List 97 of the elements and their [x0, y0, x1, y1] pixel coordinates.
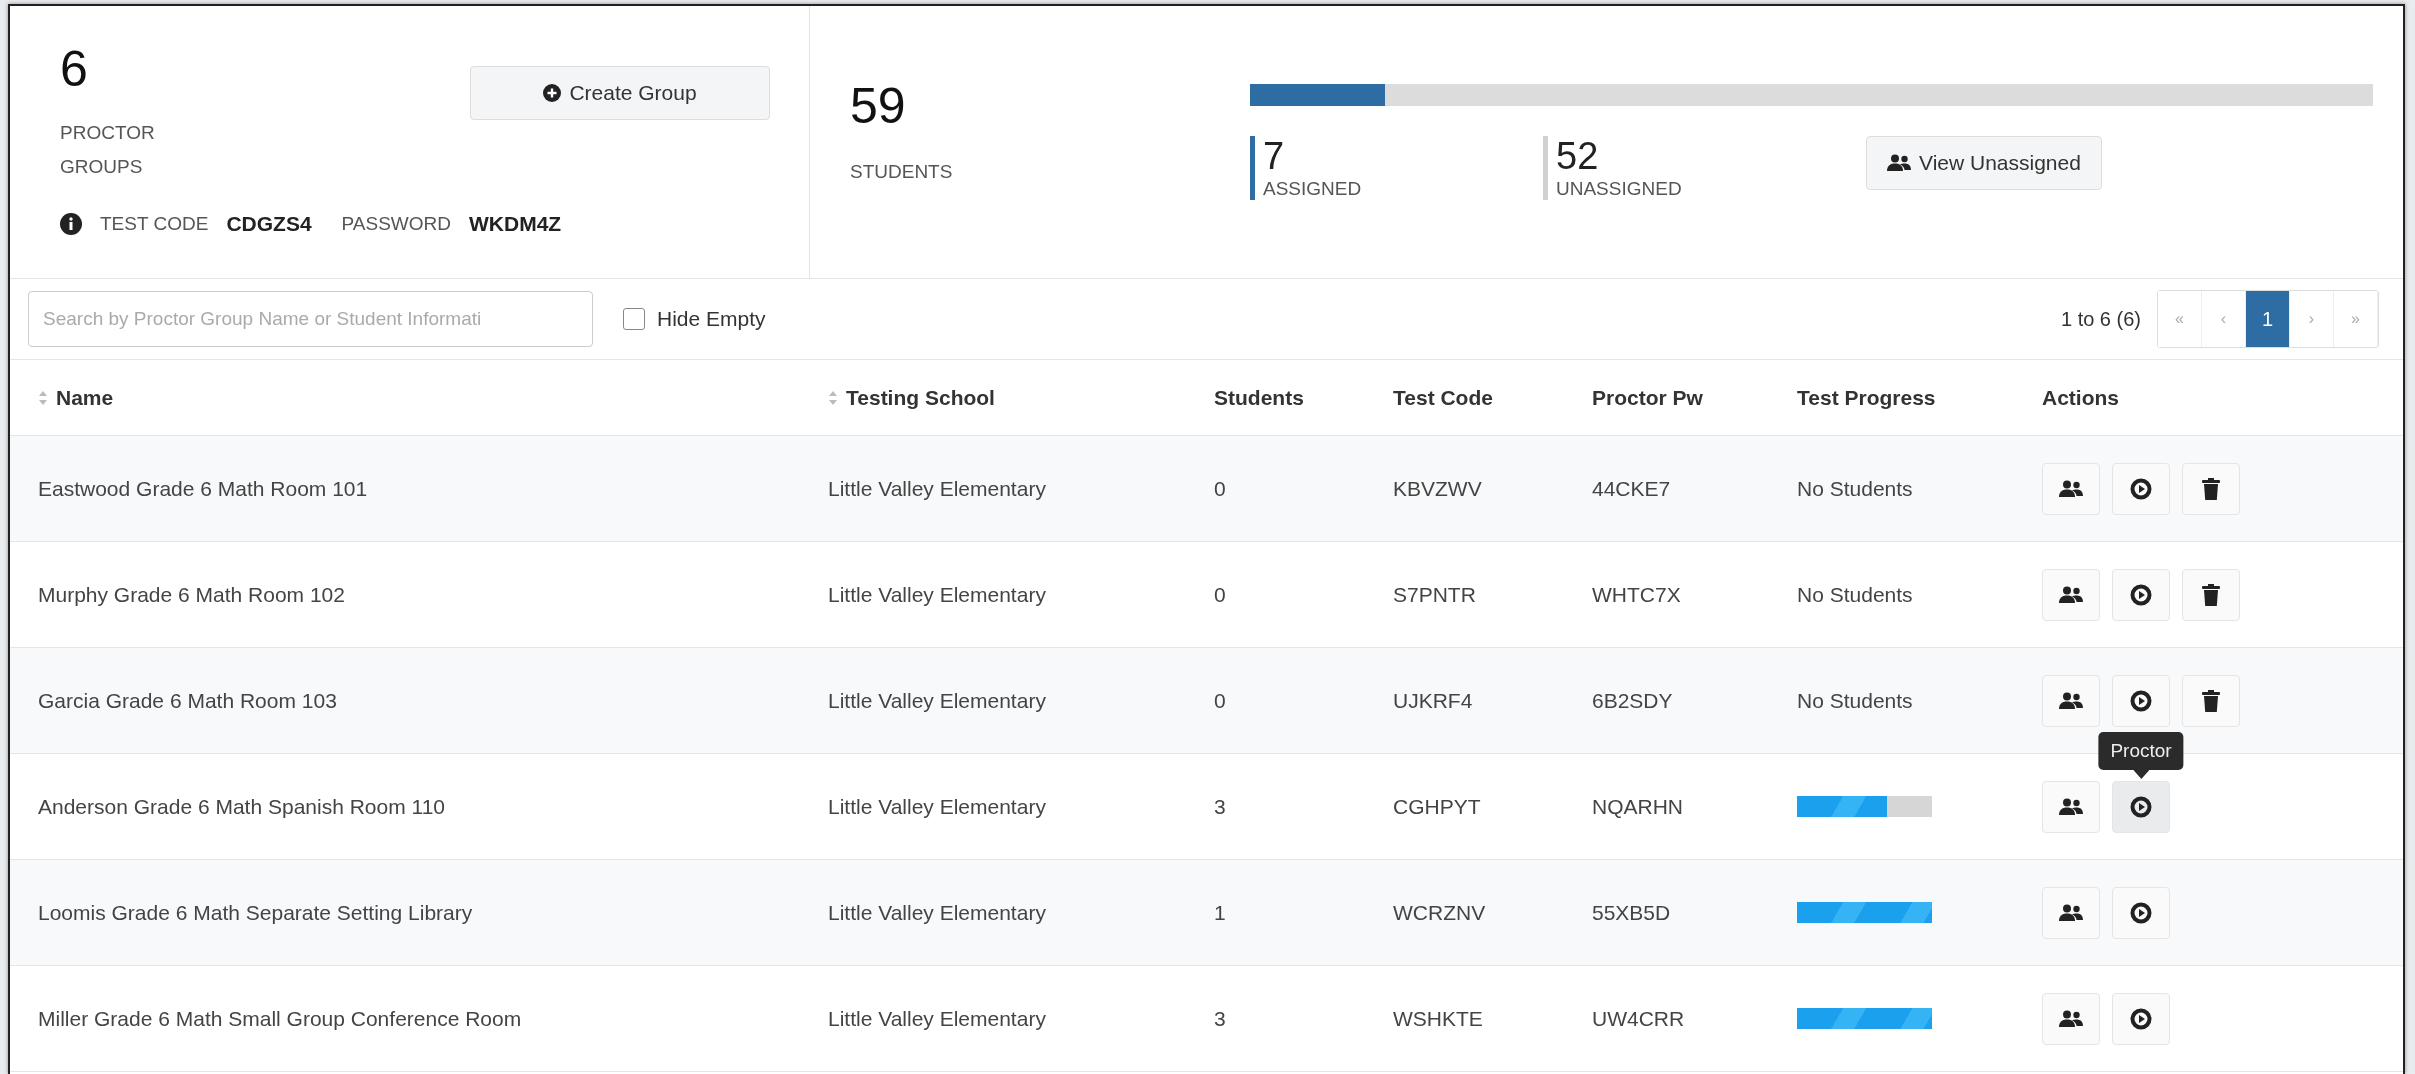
proctor-button[interactable]	[2112, 780, 2170, 833]
proctor-password-cell-text: NQARHN	[1592, 794, 1684, 819]
student-count-cell-text: 3	[1214, 1006, 1227, 1031]
assigned-count: 7	[1263, 136, 1286, 178]
plus-circle-icon	[543, 84, 562, 102]
progress-text: No Students	[1797, 476, 1913, 500]
group-name: Anderson Grade 6 Math Spanish Room 110	[38, 794, 447, 819]
progress-text: No Students	[1797, 582, 1913, 606]
students-button[interactable]	[2042, 992, 2100, 1045]
students-button[interactable]	[2042, 674, 2100, 727]
test-code-cell-text: KBVZWV	[1393, 476, 1483, 501]
tooltip-pointer-icon	[2133, 769, 2149, 779]
hide-empty-checkbox[interactable]	[623, 308, 645, 330]
students-button[interactable]	[2042, 886, 2100, 939]
proctor-password-cell-text: WHTC7X	[1592, 582, 1682, 607]
student-count-cell-text: 3	[1214, 794, 1227, 819]
proctor-button[interactable]	[2112, 462, 2170, 515]
test-code-cell-text: WSHKTE	[1393, 1006, 1484, 1031]
students-label: STUDENTS	[850, 161, 954, 183]
page-button[interactable]: «	[2158, 291, 2202, 347]
delete-button[interactable]	[2182, 462, 2240, 515]
password-label: PASSWORD	[341, 213, 451, 235]
password: WKDM4Z	[469, 212, 562, 236]
proctor-password-cell-text: 44CKE7	[1592, 476, 1672, 501]
column-header: Proctor Pw	[1592, 385, 1703, 410]
school-name: Little Valley Elementary	[828, 900, 1047, 925]
students-button[interactable]	[2042, 462, 2100, 515]
column-header: Students	[1214, 385, 1304, 410]
test-code: CDGZS4	[226, 212, 312, 236]
school-name: Little Valley Elementary	[828, 794, 1047, 819]
student-count: 59	[850, 81, 907, 131]
play-icon	[2130, 901, 2152, 924]
students-button[interactable]	[2042, 568, 2100, 621]
proctor-button[interactable]	[2112, 992, 2170, 1045]
hide-empty-label: Hide Empty	[657, 307, 766, 331]
play-icon	[2130, 583, 2152, 606]
create-group-button[interactable]: Create Group	[470, 66, 770, 120]
page-range: 1 to 6 (6)	[2060, 307, 2141, 331]
school-name: Little Valley Elementary	[828, 688, 1047, 713]
student-count-cell-text: 0	[1214, 476, 1227, 501]
trash-icon	[2202, 583, 2220, 606]
column-header: Actions	[2042, 385, 2119, 410]
proctor-password-cell-text: 55XB5D	[1592, 900, 1672, 925]
test-code-cell-text: WCRZNV	[1393, 900, 1487, 925]
school-name: Little Valley Elementary	[828, 476, 1047, 501]
column-header: Testing School	[846, 385, 995, 410]
group-name: Miller Grade 6 Math Small Group Conference Room	[38, 1006, 523, 1031]
sort-icon	[38, 389, 48, 406]
proctor-button[interactable]	[2112, 674, 2170, 727]
test-code-cell-text: CGHPYT	[1393, 794, 1482, 819]
users-icon	[2059, 585, 2083, 604]
trash-icon	[2202, 477, 2220, 500]
test-code-label: TEST CODE	[100, 213, 209, 235]
users-icon	[1887, 154, 1911, 172]
view-unassigned-button[interactable]: View Unassigned	[1866, 136, 2102, 190]
unassigned-label: UNASSIGNED	[1556, 177, 1683, 200]
student-count-cell-text: 0	[1214, 688, 1227, 713]
sort-icon	[828, 389, 838, 406]
proctor-password-cell-text: UW4CRR	[1592, 1006, 1686, 1031]
column-header: Test Progress	[1797, 385, 1936, 410]
student-count-cell-text: 0	[1214, 582, 1227, 607]
search-field[interactable]: Search by Proctor Group Name or Student Informati	[28, 291, 593, 347]
students-button[interactable]	[2042, 780, 2100, 833]
school-name: Little Valley Elementary	[828, 1006, 1047, 1031]
groups-label: PROCTOR GROUPS	[60, 121, 156, 179]
unassigned-count: 52	[1556, 136, 1600, 178]
student-count-cell-text: 1	[1214, 900, 1227, 925]
delete-button[interactable]	[2182, 568, 2240, 621]
school-name: Little Valley Elementary	[828, 582, 1047, 607]
column-header: Test Code	[1393, 385, 1493, 410]
progress-text: No Students	[1797, 688, 1913, 712]
delete-button[interactable]	[2182, 674, 2240, 727]
group-name: Murphy Grade 6 Math Room 102	[38, 582, 346, 607]
play-icon	[2130, 1007, 2152, 1030]
trash-icon	[2202, 689, 2220, 712]
users-icon	[2059, 903, 2083, 922]
group-name: Garcia Grade 6 Math Room 103	[38, 688, 338, 713]
tooltip: Proctor	[2098, 731, 2184, 779]
assigned-label: ASSIGNED	[1263, 177, 1363, 200]
test-code-cell-text: S7PNTR	[1393, 582, 1477, 607]
proctor-button[interactable]	[2112, 886, 2170, 939]
users-icon	[2059, 1009, 2083, 1028]
users-icon	[2059, 691, 2083, 710]
play-icon	[2130, 795, 2152, 818]
info-icon	[60, 213, 82, 235]
users-icon	[2059, 797, 2083, 816]
users-icon	[2059, 479, 2083, 498]
play-icon	[2130, 689, 2152, 712]
group-name: Eastwood Grade 6 Math Room 101	[38, 476, 369, 501]
group-count: 6	[60, 44, 89, 94]
play-icon	[2130, 477, 2152, 500]
column-header: Name	[56, 385, 114, 410]
group-name: Loomis Grade 6 Math Separate Setting Library	[38, 900, 474, 925]
proctor-password-cell-text: 6B2SDY	[1592, 688, 1674, 713]
proctor-button[interactable]	[2112, 568, 2170, 621]
test-code-cell-text: UJKRF4	[1393, 688, 1474, 713]
page-button[interactable]: 1	[2246, 291, 2290, 347]
